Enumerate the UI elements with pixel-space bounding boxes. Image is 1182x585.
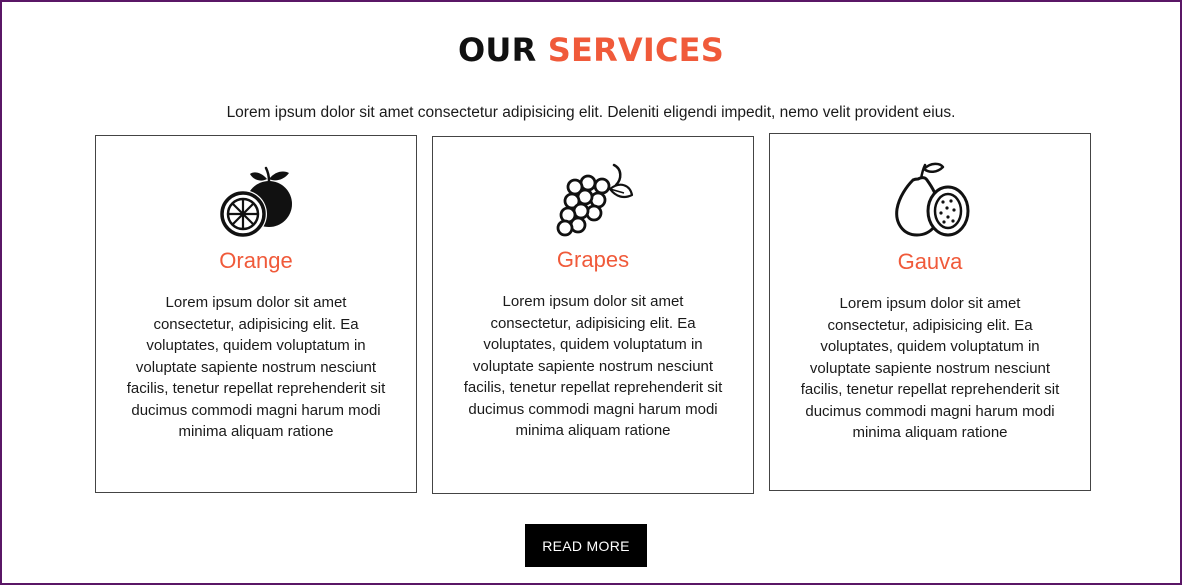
card-title: Orange: [219, 248, 293, 273]
grapes-icon: [554, 159, 634, 239]
services-section: OUR SERVICES Lorem ipsum dolor sit amet …: [0, 0, 1182, 585]
title-part-our: OUR: [458, 31, 537, 69]
section-title: OUR SERVICES: [2, 30, 1180, 70]
guava-icon: [891, 159, 971, 239]
card-description: Lorem ipsum dolor sit amet consectetur, …: [463, 293, 723, 439]
card-title: Grapes: [556, 247, 630, 272]
title-part-services: SERVICES: [547, 31, 724, 69]
section-subtitle: Lorem ipsum dolor sit amet consectetur a…: [226, 104, 956, 121]
service-card-gauva: Gauva Lorem ipsum dolor sit amet consect…: [769, 133, 1091, 491]
service-card-orange: Orange Lorem ipsum dolor sit amet consec…: [95, 135, 417, 493]
card-description: Lorem ipsum dolor sit amet consectetur, …: [126, 294, 386, 440]
orange-icon: [217, 160, 297, 240]
card-description: Lorem ipsum dolor sit amet consectetur, …: [800, 295, 1060, 441]
service-card-grapes: Grapes Lorem ipsum dolor sit amet consec…: [432, 136, 754, 494]
read-more-button[interactable]: READ MORE: [525, 524, 647, 567]
card-title: Gauva: [897, 249, 963, 274]
